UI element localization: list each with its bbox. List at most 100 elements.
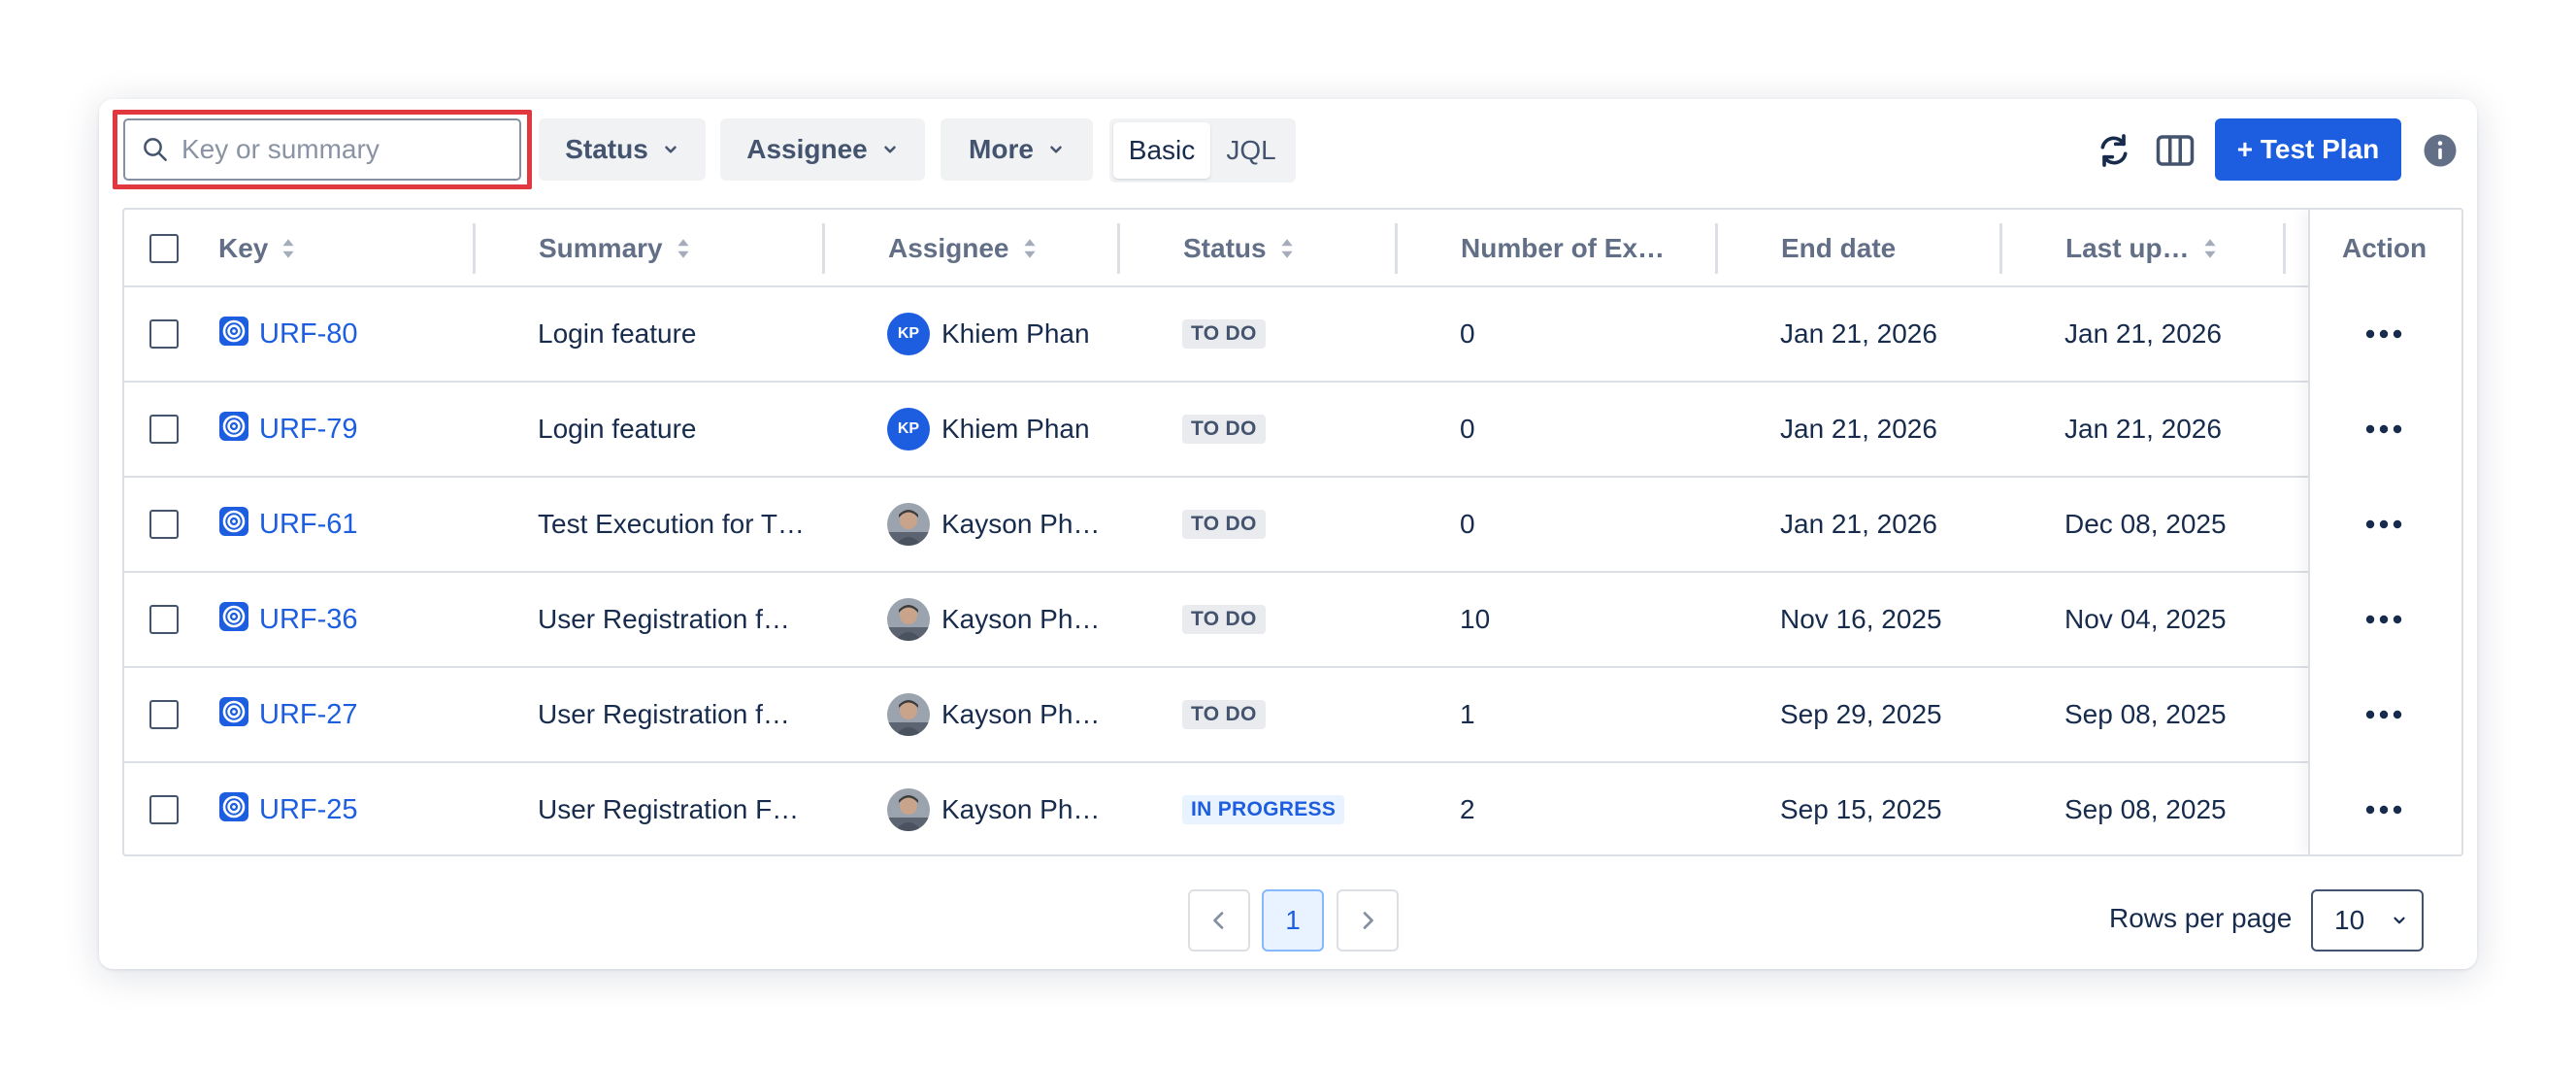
- executions-cell: 1: [1460, 699, 1475, 729]
- rows-per-page-select[interactable]: 10: [2311, 889, 2424, 952]
- column-divider[interactable]: [1715, 223, 1718, 274]
- search-input[interactable]: [182, 134, 502, 165]
- end-date-cell: Sep 29, 2025: [1780, 699, 1942, 729]
- columns-icon: [2156, 135, 2195, 166]
- page-1-button[interactable]: 1: [1262, 889, 1324, 952]
- column-header-assignee[interactable]: Assignee: [888, 210, 1037, 287]
- assignee-filter-label: Assignee: [746, 134, 868, 164]
- assignee-filter-button[interactable]: Assignee: [720, 118, 925, 181]
- info-icon: [2424, 134, 2457, 167]
- summary-cell: Login feature: [538, 414, 697, 444]
- summary-cell: User Registration f…: [538, 699, 790, 729]
- table-row[interactable]: URF-80 Login feature KP Khiem Phan TO DO 0 Jan…: [124, 287, 2461, 383]
- row-checkbox[interactable]: [149, 795, 179, 824]
- table-row[interactable]: URF-27 User Registration f… Kayson Ph… TO D…: [124, 668, 2461, 763]
- columns-button[interactable]: [2151, 126, 2199, 175]
- chevron-down-icon: [1050, 146, 1062, 153]
- sort-icon: [1280, 239, 1293, 258]
- status-badge: TO DO: [1182, 319, 1266, 349]
- more-actions-button[interactable]: [2360, 795, 2408, 824]
- column-divider[interactable]: [1999, 223, 2002, 274]
- column-header-key[interactable]: Key: [218, 210, 295, 287]
- column-header-end-date[interactable]: End date: [1781, 210, 1896, 287]
- column-header-status[interactable]: Status: [1183, 210, 1294, 287]
- row-select-cell: [149, 287, 179, 381]
- column-divider[interactable]: [822, 223, 825, 274]
- row-checkbox[interactable]: [149, 700, 179, 729]
- more-filter-button[interactable]: More: [941, 118, 1093, 181]
- table-row[interactable]: URF-61 Test Execution for T… Kayson Ph… TO …: [124, 478, 2461, 573]
- mode-jql-option[interactable]: JQL: [1210, 122, 1292, 179]
- row-select-cell: [149, 668, 179, 761]
- sort-icon: [2203, 239, 2216, 258]
- assignee-name: Kayson Ph…: [941, 604, 1101, 634]
- key-cell: URF-36: [218, 573, 358, 666]
- search-field[interactable]: [123, 118, 521, 181]
- issue-key-link[interactable]: URF-79: [259, 414, 358, 446]
- table-row[interactable]: URF-79 Login feature KP Khiem Phan TO DO 0 Jan…: [124, 383, 2461, 478]
- next-page-button[interactable]: [1337, 889, 1399, 952]
- column-header-last-updated[interactable]: Last up…: [2065, 210, 2217, 287]
- more-horizontal-icon: [2365, 710, 2402, 719]
- end-date-cell: Sep 15, 2025: [1780, 794, 1942, 824]
- chevron-down-icon: [665, 146, 677, 153]
- end-date-cell: Nov 16, 2025: [1780, 604, 1942, 634]
- more-actions-button[interactable]: [2360, 319, 2408, 349]
- refresh-icon: [2100, 134, 2128, 167]
- select-all-checkbox[interactable]: [149, 234, 179, 263]
- more-actions-button[interactable]: [2360, 510, 2408, 539]
- column-header-label: Key: [218, 233, 269, 263]
- status-filter-button[interactable]: Status: [539, 118, 706, 181]
- table-row[interactable]: URF-36 User Registration f… Kayson Ph… TO D…: [124, 573, 2461, 668]
- issue-key-link[interactable]: URF-27: [259, 699, 358, 731]
- row-select-cell: [149, 478, 179, 571]
- column-divider[interactable]: [1117, 223, 1120, 274]
- previous-page-button[interactable]: [1188, 889, 1250, 952]
- avatar: [887, 693, 930, 736]
- summary-cell: User Registration F…: [538, 794, 800, 824]
- key-cell: URF-25: [218, 763, 358, 854]
- row-checkbox[interactable]: [149, 510, 179, 539]
- row-checkbox[interactable]: [149, 319, 179, 349]
- status-badge: TO DO: [1182, 700, 1266, 729]
- row-checkbox[interactable]: [149, 415, 179, 444]
- avatar: [887, 598, 930, 641]
- assignee-name: Khiem Phan: [941, 318, 1090, 349]
- assignee-cell: Kayson Ph…: [887, 573, 1100, 666]
- issue-key-link[interactable]: URF-36: [259, 604, 358, 636]
- more-actions-button[interactable]: [2360, 700, 2408, 729]
- more-filter-label: More: [969, 134, 1034, 164]
- refresh-button[interactable]: [2090, 126, 2138, 175]
- test-plan-icon: [218, 696, 249, 734]
- create-test-plan-button[interactable]: + Test Plan: [2215, 118, 2401, 181]
- column-header-executions[interactable]: Number of Ex…: [1461, 210, 1665, 287]
- info-button[interactable]: [2416, 126, 2464, 175]
- chevron-down-icon: [884, 146, 896, 153]
- more-actions-button[interactable]: [2360, 605, 2408, 634]
- status-badge: TO DO: [1182, 510, 1266, 539]
- issue-key-link[interactable]: URF-61: [259, 509, 358, 541]
- table-header: Key Summary Assignee Status Number of Ex…: [124, 210, 2461, 287]
- column-header-label: Assignee: [888, 233, 1009, 263]
- column-header-summary[interactable]: Summary: [539, 210, 690, 287]
- executions-cell: 10: [1460, 604, 1491, 634]
- column-divider[interactable]: [2283, 223, 2286, 274]
- mode-basic-option[interactable]: Basic: [1113, 122, 1210, 179]
- test-plan-icon: [218, 601, 249, 639]
- status-badge: TO DO: [1182, 605, 1266, 634]
- chevron-right-icon: [1363, 912, 1373, 929]
- issue-key-link[interactable]: URF-25: [259, 794, 358, 826]
- status-cell: TO DO: [1182, 573, 1266, 666]
- end-date-cell: Jan 21, 2026: [1780, 509, 1937, 539]
- table-row[interactable]: URF-25 User Registration F… Kayson Ph… IN P…: [124, 763, 2461, 854]
- status-cell: TO DO: [1182, 478, 1266, 571]
- test-plan-icon: [218, 791, 249, 829]
- issue-key-link[interactable]: URF-80: [259, 318, 358, 351]
- column-divider[interactable]: [1395, 223, 1398, 274]
- avatar: [887, 788, 930, 831]
- key-cell: URF-27: [218, 668, 358, 761]
- more-actions-button[interactable]: [2360, 415, 2408, 444]
- row-checkbox[interactable]: [149, 605, 179, 634]
- column-divider[interactable]: [473, 223, 476, 274]
- status-cell: TO DO: [1182, 383, 1266, 476]
